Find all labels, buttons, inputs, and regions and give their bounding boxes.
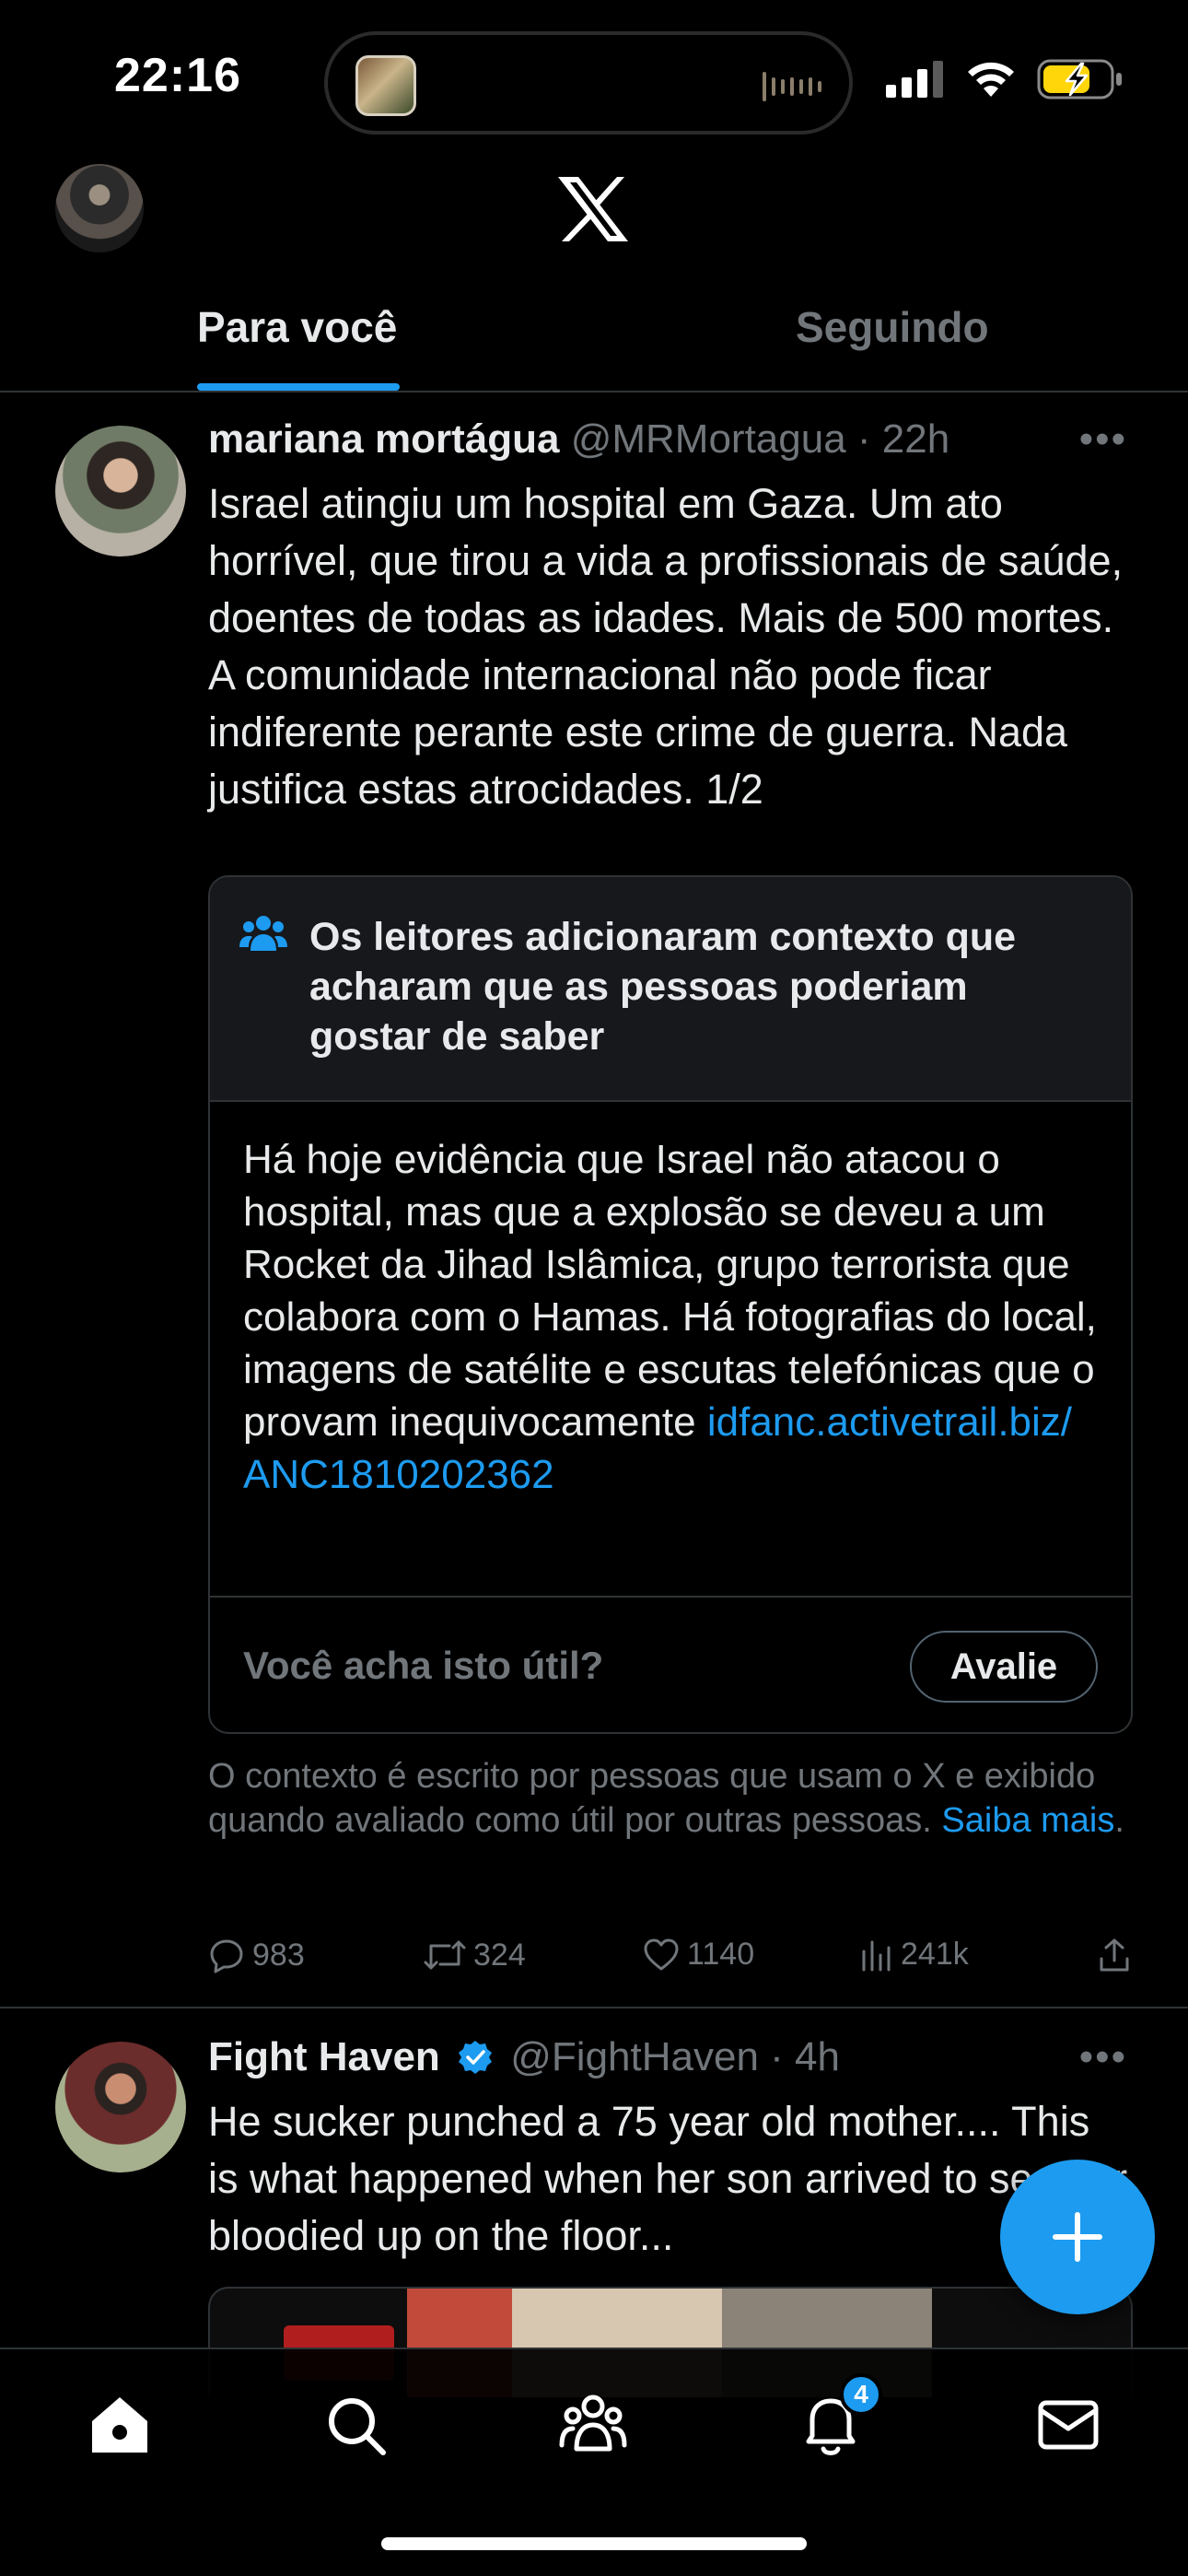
community-note-title: Os leitores adicionaram contexto que ach… xyxy=(309,915,1017,1059)
nav-home[interactable] xyxy=(83,2388,157,2462)
nav-messages[interactable] xyxy=(1031,2388,1105,2462)
tweet-header: mariana mortágua @MRMortagua · 22h xyxy=(208,416,949,463)
tweet-author-avatar[interactable] xyxy=(55,426,186,556)
tab-for-you[interactable]: Para você xyxy=(197,302,397,352)
active-tab-indicator xyxy=(197,383,400,391)
tweet-author-handle[interactable]: @MRMortagua xyxy=(571,416,846,462)
compose-button[interactable] xyxy=(1000,2160,1155,2314)
profile-avatar[interactable] xyxy=(55,164,144,252)
note-helpful-question: Você acha isto útil? xyxy=(243,1644,604,1687)
cellular-signal-icon xyxy=(886,61,943,98)
x-logo-icon[interactable] xyxy=(556,175,630,243)
readers-group-icon xyxy=(239,916,287,951)
view-count: 241k xyxy=(901,1937,969,1972)
status-icons xyxy=(886,59,1124,100)
rate-note-button[interactable]: Avalie xyxy=(910,1631,1098,1703)
tweet-text: He sucker punched a 75 year old mother..… xyxy=(208,2098,1128,2259)
like-count: 1140 xyxy=(687,1937,755,1972)
plus-icon xyxy=(1053,2212,1102,2262)
tweet-header: Fight Haven @FightHaven · 4h xyxy=(208,2034,840,2080)
tweet-author-handle[interactable]: @FightHaven xyxy=(510,2034,759,2079)
notifications-badge: 4 xyxy=(840,2373,882,2416)
status-bar: 22:16 xyxy=(0,0,1188,157)
nav-communities[interactable] xyxy=(556,2388,630,2462)
battery-charging-icon xyxy=(1037,59,1122,100)
views-chart-icon xyxy=(862,1940,891,1971)
nav-search[interactable] xyxy=(319,2388,392,2462)
tweet-timestamp: · 22h xyxy=(856,416,950,462)
home-icon xyxy=(92,2397,147,2453)
heart-icon xyxy=(644,1938,679,1970)
more-options-icon[interactable]: ••• xyxy=(1079,416,1127,463)
nav-notifications[interactable]: 4 xyxy=(794,2373,882,2462)
tweet-text: Israel atingiu um hospital em Gaza. Um a… xyxy=(208,480,1124,813)
tweet-author-name[interactable]: Fight Haven xyxy=(208,2034,440,2079)
reply-count: 983 xyxy=(252,1937,305,1973)
reply-icon xyxy=(210,1939,243,1973)
home-indicator[interactable] xyxy=(381,2537,807,2550)
verified-badge-icon xyxy=(459,2041,493,2074)
tab-following[interactable]: Seguindo xyxy=(796,302,989,352)
tweet-actions: 983 324 1140 241k xyxy=(208,1937,1138,1983)
retweet-button[interactable]: 324 xyxy=(424,1937,526,1973)
tweet-timestamp: · 4h xyxy=(770,2034,840,2079)
community-note-header: Os leitores adicionaram contexto que ach… xyxy=(210,877,1131,1102)
retweet-count: 324 xyxy=(473,1937,526,1973)
search-icon xyxy=(329,2398,386,2455)
status-time: 22:16 xyxy=(114,49,241,102)
learn-more-link[interactable]: Saiba mais xyxy=(941,1801,1114,1840)
timeline-tabs: Para você Seguindo xyxy=(0,276,1188,392)
like-button[interactable]: 1140 xyxy=(643,1937,754,1973)
divider xyxy=(0,2007,1188,2008)
more-options-icon[interactable]: ••• xyxy=(1079,2034,1127,2080)
retweet-icon xyxy=(424,1940,466,1970)
communities-icon xyxy=(559,2395,627,2452)
wifi-icon xyxy=(968,62,1014,97)
community-note-body: Há hoje evidência que Israel não atacou … xyxy=(243,1133,1109,1501)
reply-button[interactable]: 983 xyxy=(208,1937,305,1973)
tweet-author-avatar[interactable] xyxy=(55,2042,186,2172)
dynamic-island[interactable] xyxy=(324,31,853,135)
note-footer-period: . xyxy=(1114,1801,1124,1840)
share-icon[interactable] xyxy=(1096,1937,1133,1973)
views-button[interactable]: 241k xyxy=(860,1937,969,1973)
community-note-footer: O contexto é escrito por pessoas que usa… xyxy=(208,1754,1138,1843)
tweet-author-name[interactable]: mariana mortágua xyxy=(208,416,559,462)
audio-waveform-icon xyxy=(763,72,821,101)
now-playing-thumbnail xyxy=(355,55,416,116)
messages-icon xyxy=(1038,2400,1099,2450)
community-note-text: Há hoje evidência que Israel não atacou … xyxy=(243,1137,1097,1445)
community-note: Os leitores adicionaram contexto que ach… xyxy=(208,875,1133,1734)
divider xyxy=(210,1596,1131,1598)
